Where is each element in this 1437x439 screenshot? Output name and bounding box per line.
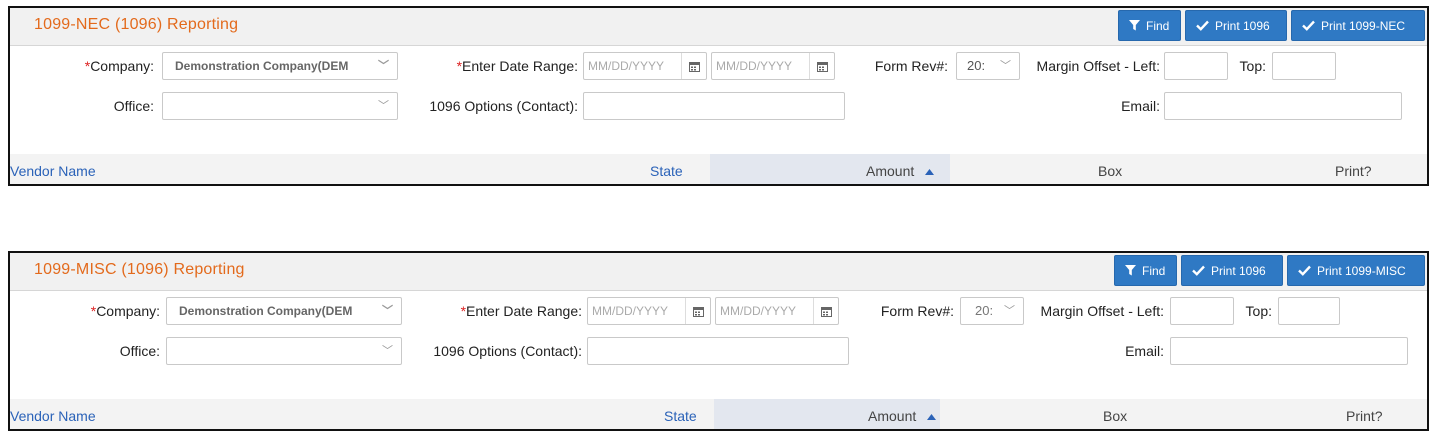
print-1099-nec-button[interactable]: Print 1099-NEC — [1291, 10, 1425, 41]
panel-title: 1099-NEC (1096) Reporting — [34, 16, 239, 33]
column-state[interactable]: State — [664, 399, 697, 429]
office-label: Office: — [113, 98, 154, 114]
margin-left-input[interactable] — [1164, 52, 1228, 80]
options-contact-label: 1096 Options (Contact): — [433, 343, 582, 359]
office-label: Office: — [119, 343, 160, 359]
column-vendor-name[interactable]: Vendor Name — [10, 154, 96, 184]
nec-reporting-panel: 1099-NEC (1096) Reporting Find Print 109… — [8, 6, 1429, 186]
find-button[interactable]: Find — [1118, 10, 1181, 41]
office-select[interactable]: ﹀ — [162, 92, 398, 120]
column-state[interactable]: State — [650, 154, 683, 184]
company-label: *Company: — [90, 303, 160, 319]
email-label: Email: — [1121, 98, 1160, 114]
chevron-down-icon: ﹀ — [1000, 60, 1011, 72]
form-rev-label: Form Rev#: — [874, 58, 948, 74]
end-date-input[interactable]: MM/DD/YYYY — [715, 297, 839, 325]
top-label: Top: — [1239, 58, 1266, 74]
margin-top-input[interactable] — [1272, 52, 1336, 80]
company-label: *Company: — [84, 58, 154, 74]
margin-top-input[interactable] — [1278, 297, 1340, 325]
chevron-down-icon: ﹀ — [382, 345, 393, 357]
panel-title: 1099-MISC (1096) Reporting — [34, 261, 245, 278]
options-contact-input[interactable] — [583, 92, 845, 120]
calendar-icon[interactable] — [813, 298, 838, 324]
office-select[interactable]: ﹀ — [166, 337, 402, 365]
print-1099-misc-button[interactable]: Print 1099-MISC — [1287, 255, 1425, 286]
form-rev-select[interactable]: 20: ﹀ — [956, 52, 1020, 80]
header-toolbar: Find Print 1096 Print 1099-MISC — [1114, 255, 1425, 286]
header-toolbar: Find Print 1096 Print 1099-NEC — [1118, 10, 1425, 41]
print-1096-button[interactable]: Print 1096 — [1185, 10, 1287, 41]
calendar-icon[interactable] — [809, 53, 834, 79]
chevron-down-icon: ﹀ — [378, 60, 389, 72]
column-print[interactable]: Print? — [1346, 399, 1383, 429]
find-button[interactable]: Find — [1114, 255, 1177, 286]
date-range-label: *Enter Date Range: — [456, 58, 578, 74]
email-input[interactable] — [1164, 92, 1402, 120]
form-rev-label: Form Rev#: — [880, 303, 954, 319]
column-vendor-name[interactable]: Vendor Name — [10, 399, 96, 429]
calendar-icon[interactable] — [681, 53, 706, 79]
column-amount[interactable]: Amount — [714, 398, 940, 429]
form-rev-select[interactable]: 20: ﹀ — [960, 297, 1024, 325]
checkmark-icon — [1192, 265, 1205, 276]
company-select[interactable]: Demonstration Company(DEM ﹀ — [162, 52, 398, 80]
grid-header: Vendor Name State Amount Box Print? — [10, 153, 1427, 184]
sort-ascending-icon — [927, 398, 936, 429]
filter-icon — [1129, 20, 1140, 31]
end-date-input[interactable]: MM/DD/YYYY — [711, 52, 835, 80]
options-contact-label: 1096 Options (Contact): — [429, 98, 578, 114]
form-row-2: Office: ﹀ 1096 Options (Contact): Email: — [10, 337, 1427, 367]
filter-icon — [1125, 265, 1136, 276]
margin-left-label: Margin Offset - Left: — [1040, 303, 1164, 319]
date-range-label: *Enter Date Range: — [460, 303, 582, 319]
print-1096-button[interactable]: Print 1096 — [1181, 255, 1283, 286]
panel-header: 1099-NEC (1096) Reporting Find Print 109… — [10, 8, 1427, 46]
chevron-down-icon: ﹀ — [378, 100, 389, 112]
checkmark-icon — [1196, 20, 1209, 31]
column-print[interactable]: Print? — [1335, 154, 1372, 184]
start-date-input[interactable]: MM/DD/YYYY — [583, 52, 707, 80]
calendar-icon[interactable] — [685, 298, 710, 324]
checkmark-icon — [1298, 265, 1311, 276]
form-row-2: Office: ﹀ 1096 Options (Contact): Email: — [10, 92, 1427, 122]
top-label: Top: — [1245, 303, 1272, 319]
checkmark-icon — [1302, 20, 1315, 31]
margin-left-input[interactable] — [1170, 297, 1234, 325]
column-amount[interactable]: Amount — [710, 153, 950, 184]
start-date-input[interactable]: MM/DD/YYYY — [587, 297, 711, 325]
panel-header: 1099-MISC (1096) Reporting Find Print 10… — [10, 253, 1427, 291]
email-input[interactable] — [1170, 337, 1408, 365]
grid-header: Vendor Name State Amount Box Print? — [10, 398, 1427, 429]
email-label: Email: — [1125, 343, 1164, 359]
options-contact-input[interactable] — [587, 337, 849, 365]
company-select[interactable]: Demonstration Company(DEM ﹀ — [166, 297, 402, 325]
form-row-1: *Company: Demonstration Company(DEM ﹀ *E… — [10, 52, 1427, 82]
column-box[interactable]: Box — [1098, 154, 1122, 184]
form-row-1: *Company: Demonstration Company(DEM ﹀ *E… — [10, 297, 1427, 327]
misc-reporting-panel: 1099-MISC (1096) Reporting Find Print 10… — [8, 251, 1429, 431]
chevron-down-icon: ﹀ — [382, 305, 393, 317]
margin-left-label: Margin Offset - Left: — [1036, 58, 1160, 74]
column-box[interactable]: Box — [1103, 399, 1127, 429]
chevron-down-icon: ﹀ — [1004, 305, 1015, 317]
sort-ascending-icon — [925, 153, 934, 184]
